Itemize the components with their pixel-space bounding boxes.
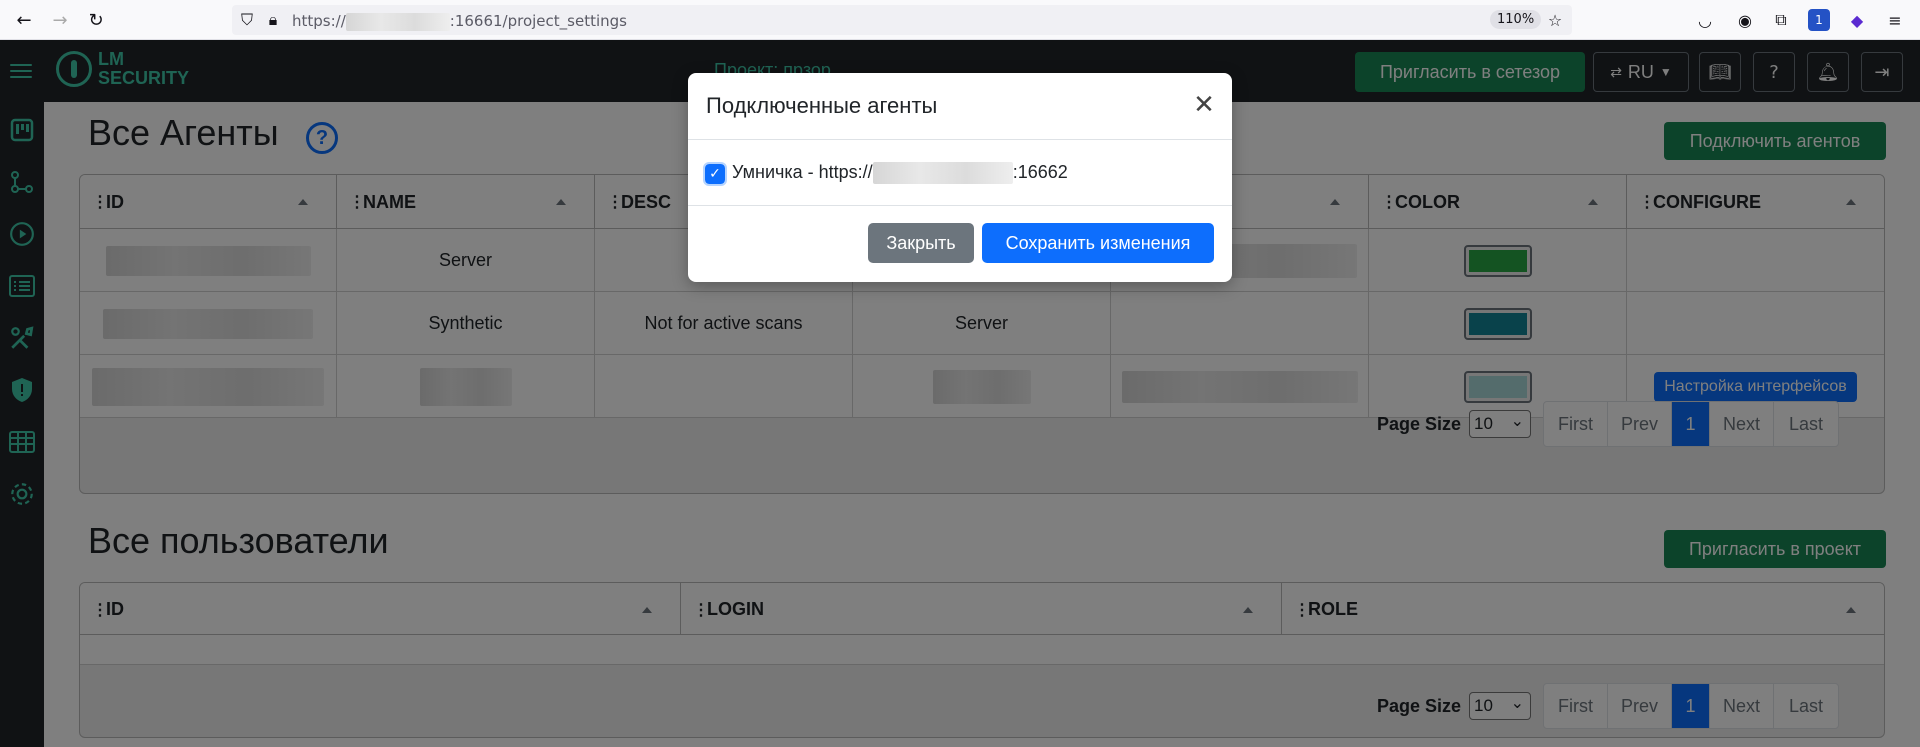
agent-checkbox[interactable]: ✓ [703,162,727,186]
redacted-host [345,12,450,31]
redacted-host [872,162,1013,185]
agent-checkbox-label: Умничка - https://:16662 [732,162,1068,185]
close-icon[interactable]: ✕ [1192,90,1216,120]
forward-icon[interactable]: → [48,8,72,32]
account-icon[interactable]: ◉ [1734,9,1756,31]
pocket-icon[interactable]: ◡ [1694,9,1716,31]
extensions-icon[interactable]: ⧉ [1770,9,1792,31]
extension-diamond-icon[interactable]: ◆ [1846,9,1868,31]
password-manager-icon[interactable]: 1 [1808,9,1830,31]
url-prefix: https:// [292,12,346,30]
save-changes-button[interactable]: Сохранить изменения [982,223,1214,263]
modal-title: Подключенные агенты [706,93,938,118]
lock-icon[interactable]: 🔒︎ [262,9,284,31]
url-text[interactable]: https:// :16661/project_settings [292,12,627,31]
shield-outline-icon[interactable]: ⛉ [236,9,258,31]
menu-icon[interactable]: ≡ [1884,9,1906,31]
close-button[interactable]: Закрыть [868,223,974,263]
zoom-level[interactable]: 110% [1490,10,1542,29]
browser-toolbar: ← → ↻ ⛉ 🔒︎ https:// :16661/project_settin… [0,0,1920,40]
reload-icon[interactable]: ↻ [84,8,108,32]
url-suffix: :16661/project_settings [449,12,627,30]
connected-agents-modal: Подключенные агенты ✕ ✓ Умничка - https:… [688,73,1232,282]
back-icon[interactable]: ← [12,8,36,32]
bookmark-star-icon[interactable]: ☆ [1544,9,1566,31]
modal-header: Подключенные агенты ✕ [688,73,1232,140]
